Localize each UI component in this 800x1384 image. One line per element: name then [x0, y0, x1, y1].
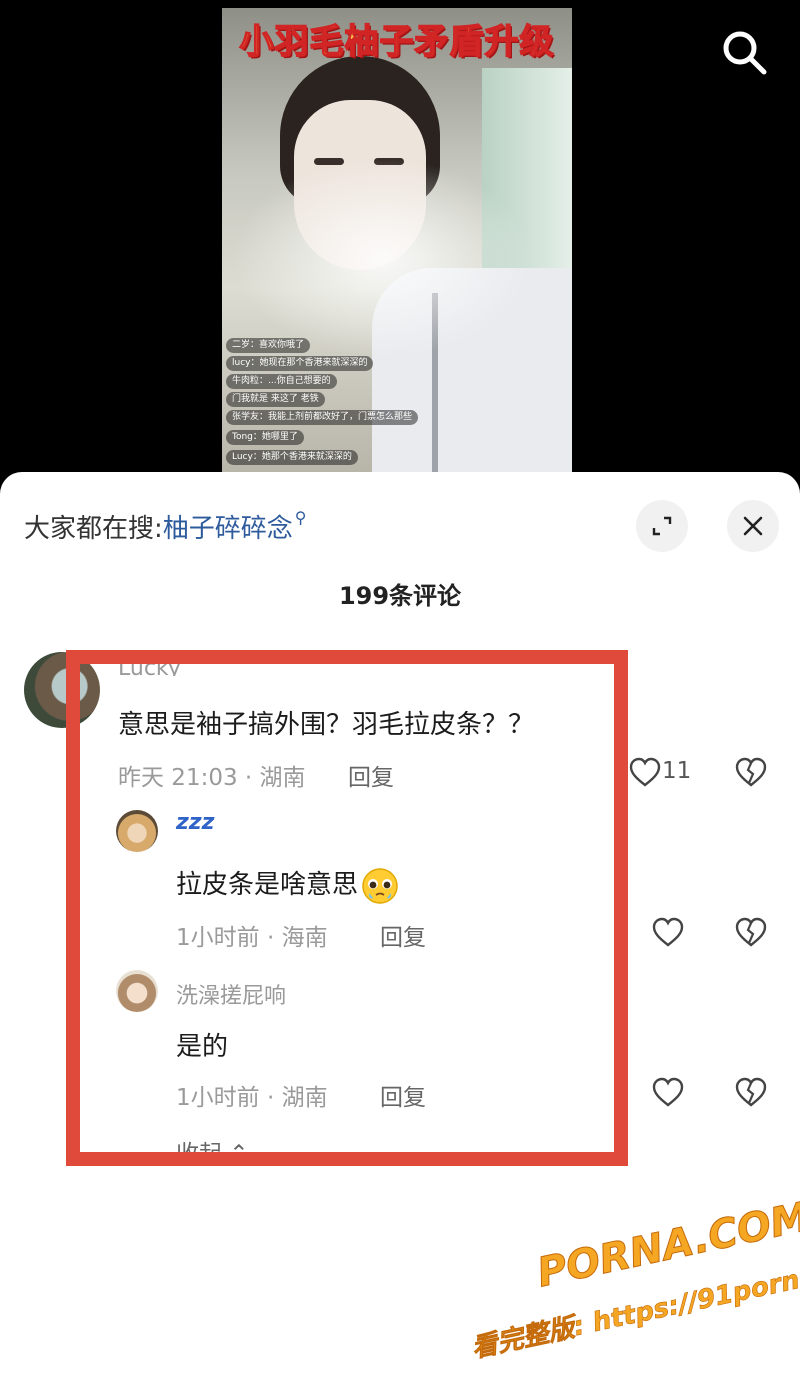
collapse-label: 收起 [176, 1141, 222, 1152]
live-chat-line: 门我就是 来这了 老铁 [226, 392, 325, 407]
reply-text: 拉皮条是啥意思 [176, 864, 400, 906]
video-frame[interactable]: 小羽毛柚子矛盾升级 二岁：喜欢你哦了 lucy：她现在那个香港来就深深的 牛肉粒… [222, 8, 572, 476]
heart-icon[interactable] [628, 756, 662, 788]
comment-username[interactable]: Lucky [118, 656, 181, 676]
video-mist [232, 158, 532, 358]
live-chat-line: 牛肉粒：...你自己想要的 [226, 374, 337, 389]
avatar[interactable] [116, 810, 158, 852]
live-chat-line: 二岁：喜欢你哦了 [226, 338, 311, 353]
comment-meta: 昨天 21:03 · 湖南 [118, 765, 306, 791]
expand-icon [652, 516, 672, 536]
search-button[interactable] [718, 26, 772, 80]
live-chat-line: lucy：她现在那个香港来就深深的 [226, 356, 374, 371]
pleading-face-emoji [362, 867, 398, 904]
comment-panel: 大家都在搜:柚子碎碎念 ⚲ 199条评论 Lucky 意思是袖子搞外围？羽毛拉皮条… [0, 472, 800, 1384]
close-icon [743, 516, 763, 536]
comment-count: 199条评论 [338, 582, 462, 610]
avatar[interactable] [24, 652, 100, 728]
close-button[interactable] [727, 500, 779, 552]
video-area[interactable]: 小羽毛柚子矛盾升级 二岁：喜欢你哦了 lucy：她现在那个香港来就深深的 牛肉粒… [0, 0, 800, 480]
search-suggestion-prefix: 大家都在搜: [24, 514, 163, 544]
reply-button[interactable]: 回复 [348, 758, 394, 792]
reply-meta: 1小时前 · 海南 [176, 925, 328, 951]
live-chat-line: Tong：她哪里了 [226, 430, 304, 445]
search-icon [723, 31, 767, 75]
live-chat-line: 张学友：我能上剂前都改好了，门票怎么那些 [226, 410, 419, 425]
heart-icon[interactable] [651, 1076, 685, 1108]
collapse-replies-button[interactable]: 收起 ⌃ [176, 1134, 249, 1152]
reply-username[interactable]: zzz [176, 810, 214, 835]
watermark: PORNA.COM 看完整版: https://91porna78.com [455, 1193, 800, 1384]
reply-text: 是的 [176, 1032, 229, 1062]
video-title: 小羽毛柚子矛盾升级 [239, 21, 555, 63]
expand-button[interactable] [636, 500, 688, 552]
comment-text: 意思是袖子搞外围？羽毛拉皮条？？ [118, 710, 535, 740]
broken-heart-icon[interactable] [734, 756, 768, 788]
reply-button[interactable]: 回复 [380, 918, 426, 952]
reply-text-body: 拉皮条是啥意思 [176, 870, 359, 900]
small-search-icon: ⚲ [294, 508, 307, 527]
reply-username[interactable]: 洗澡搓屁响 [176, 978, 286, 1010]
live-chat-line: Lucy：她那个香港来就深深的 [226, 450, 358, 465]
chevron-up-icon: ⌃ [222, 1141, 248, 1152]
broken-heart-icon[interactable] [734, 1076, 768, 1108]
search-suggestion[interactable]: 大家都在搜:柚子碎碎念 ⚲ [24, 508, 307, 545]
heart-icon[interactable] [651, 916, 685, 948]
like-count: 11 [662, 758, 692, 784]
broken-heart-icon[interactable] [734, 916, 768, 948]
reply-meta: 1小时前 · 湖南 [176, 1085, 328, 1111]
avatar[interactable] [116, 970, 158, 1012]
search-suggestion-keyword[interactable]: 柚子碎碎念 [163, 514, 293, 544]
reply-button[interactable]: 回复 [380, 1078, 426, 1112]
